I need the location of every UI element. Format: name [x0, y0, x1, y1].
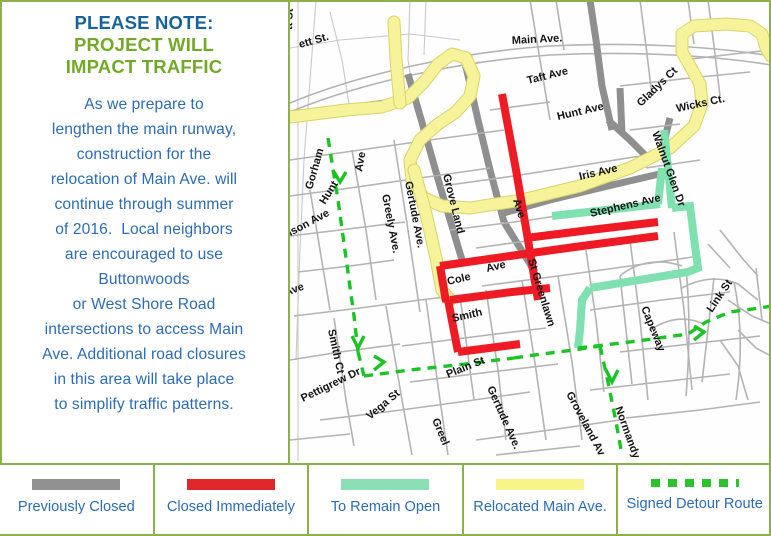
notice-body-line: are encouraged to use	[64, 246, 224, 263]
street-label: tt St	[290, 8, 296, 30]
notice-body-line: Buttonwoods	[98, 271, 190, 288]
legend-item-gray: Previously Closed	[0, 465, 153, 536]
notice-body-line: of 2016. Local neighbors	[55, 221, 233, 238]
legend-swatch-red	[186, 479, 275, 490]
map-figure: .st { fill:none; stroke:#b3b3b3; stroke-…	[290, 0, 771, 461]
legend-label: To Remain Open	[330, 499, 441, 515]
traffic-notice-map-graphic: PLEASE NOTE: PROJECT WILL IMPACT TRAFFIC…	[0, 0, 771, 536]
notice-body-line: relocation of Main Ave. will	[50, 171, 238, 188]
notice-body-line: construction for the	[76, 146, 212, 163]
notice-panel: PLEASE NOTE: PROJECT WILL IMPACT TRAFFIC…	[0, 0, 288, 463]
notice-body-line: in this area will take place	[53, 371, 235, 388]
notice-body-line: or West Shore Road	[72, 296, 216, 313]
notice-body-line: lengthen the main runway,	[51, 121, 237, 138]
legend-item-yellow: Relocated Main Ave.	[461, 465, 617, 536]
frame-panel-divider	[288, 0, 290, 463]
notice-body-line: As we prepare to	[84, 96, 204, 113]
legend-item-red: Closed Immediately	[152, 465, 308, 536]
legend-item-teal: To Remain Open	[307, 465, 462, 536]
legend-label: Closed Immediately	[166, 499, 295, 515]
frame-top	[0, 0, 771, 2]
notice-body-text: As we prepare to lengthen the main runway…	[8, 92, 280, 417]
legend-label: Relocated Main Ave.	[473, 499, 607, 515]
legend-label: Previously Closed	[17, 499, 135, 515]
notice-heading-line-2: PROJECT WILL	[73, 34, 215, 55]
legend: Previously Closed Closed Immediately To Re…	[0, 465, 771, 536]
notice-body-line: to simplify traffic patterns.	[54, 396, 234, 413]
legend-swatch-gray	[32, 479, 121, 490]
frame-left	[0, 0, 2, 465]
notice-heading-line-1: PLEASE NOTE:	[74, 12, 214, 33]
legend-swatch-yellow	[496, 479, 585, 490]
legend-item-dash: Signed Detour Route	[616, 465, 771, 536]
notice-body-line: intersections to access Main	[44, 321, 244, 338]
notice-heading-line-3: IMPACT TRAFFIC	[65, 56, 223, 77]
legend-swatch-teal	[341, 479, 430, 490]
notice-body-line: continue through summer	[54, 196, 234, 213]
legend-swatch-dash	[650, 479, 739, 487]
map-svg: .st { fill:none; stroke:#b3b3b3; stroke-…	[290, 0, 771, 461]
notice-body-line: Ave. Additional road closures	[42, 346, 246, 363]
legend-label: Signed Detour Route	[626, 496, 763, 512]
